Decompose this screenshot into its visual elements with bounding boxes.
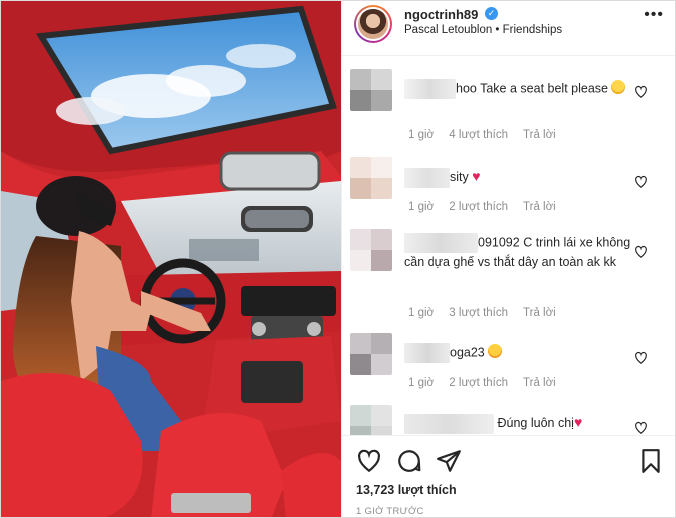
blurred-username bbox=[404, 413, 494, 434]
comment-time[interactable]: 1 giờ bbox=[408, 307, 434, 319]
reply-button[interactable]: Trả lời bbox=[523, 377, 556, 389]
post-side-panel: ngoctrinh89 ✓ Pascal Letoublon • Friends… bbox=[341, 1, 675, 517]
more-options-icon[interactable]: ••• bbox=[644, 6, 664, 24]
post-action-bar: 13,723 lượt thích 1 GIỜ TRƯỚC bbox=[342, 435, 675, 517]
blurred-username bbox=[404, 343, 450, 363]
comment-body: hoo Take a seat belt please bbox=[404, 79, 634, 99]
star-struck-emoji-icon bbox=[488, 344, 503, 359]
comment-time[interactable]: 1 giờ bbox=[408, 201, 434, 213]
paper-plane-icon[interactable] bbox=[436, 448, 462, 474]
car-interior-image bbox=[1, 1, 341, 517]
bookmark-icon[interactable] bbox=[638, 448, 664, 474]
reply-button[interactable]: Trả lời bbox=[523, 129, 556, 141]
commenter-avatar[interactable] bbox=[350, 405, 392, 435]
commenter-username[interactable]: sity bbox=[450, 170, 469, 184]
reply-button[interactable]: Trả lời bbox=[523, 201, 556, 213]
comment-body: Đúng luôn chị♥ bbox=[404, 413, 634, 434]
like-comment-heart-icon[interactable] bbox=[634, 175, 648, 189]
post-photo[interactable] bbox=[1, 1, 341, 517]
like-comment-heart-icon[interactable] bbox=[634, 421, 648, 435]
comment-meta: 1 giờ 3 lượt thích Trả lời bbox=[408, 307, 568, 319]
comment-icon[interactable] bbox=[396, 448, 422, 474]
commenter-username[interactable]: oga23 bbox=[450, 345, 485, 359]
like-comment-heart-icon[interactable] bbox=[634, 85, 648, 99]
comment-text: Đúng luôn chị bbox=[497, 416, 574, 430]
author-username[interactable]: ngoctrinh89 bbox=[404, 7, 478, 22]
comment-likes[interactable]: 2 lượt thích bbox=[449, 377, 508, 389]
like-count[interactable]: 13,723 lượt thích bbox=[356, 483, 457, 497]
author-avatar[interactable] bbox=[354, 5, 392, 43]
verified-badge-icon: ✓ bbox=[485, 7, 498, 20]
blurred-username bbox=[404, 167, 450, 188]
comment-meta: 1 giờ 2 lượt thích Trả lời bbox=[408, 377, 568, 389]
comment-time[interactable]: 1 giờ bbox=[408, 129, 434, 141]
comment-body: 091092 C trinh lái xe không cần dựa ghế … bbox=[404, 233, 634, 271]
blurred-username bbox=[404, 79, 456, 99]
commenter-username[interactable]: 091092 bbox=[478, 235, 520, 249]
commenter-avatar[interactable] bbox=[350, 229, 392, 271]
comment-likes[interactable]: 4 lượt thích bbox=[449, 129, 508, 141]
audio-track-label[interactable]: Pascal Letoublon • Friendships bbox=[404, 24, 562, 36]
comment-likes[interactable]: 2 lượt thích bbox=[449, 201, 508, 213]
like-comment-heart-icon[interactable] bbox=[634, 245, 648, 259]
commenter-username[interactable]: hoo bbox=[456, 81, 477, 95]
comment-time[interactable]: 1 giờ bbox=[408, 377, 434, 389]
comment-meta: 1 giờ 2 lượt thích Trả lời bbox=[408, 201, 568, 213]
post-header: ngoctrinh89 ✓ Pascal Letoublon • Friends… bbox=[342, 1, 675, 56]
comment-text: Take a seat belt please bbox=[480, 81, 608, 96]
comment-body: oga23 bbox=[404, 343, 634, 363]
comment-meta: 1 giờ 4 lượt thích Trả lời bbox=[408, 129, 568, 141]
reply-button[interactable]: Trả lời bbox=[523, 307, 556, 319]
post-timestamp[interactable]: 1 GIỜ TRƯỚC bbox=[356, 506, 424, 517]
smirk-emoji-icon bbox=[611, 80, 626, 95]
comment-body: sity ♥ bbox=[404, 167, 634, 188]
blurred-username bbox=[404, 233, 478, 253]
red-heart-emoji-icon: ♥ bbox=[472, 168, 481, 184]
commenter-avatar[interactable] bbox=[350, 69, 392, 111]
comment-list: hoo Take a seat belt please 1 giờ 4 lượt… bbox=[342, 57, 675, 435]
heart-icon[interactable] bbox=[356, 448, 382, 474]
commenter-avatar[interactable] bbox=[350, 333, 392, 375]
comment-likes[interactable]: 3 lượt thích bbox=[449, 307, 508, 319]
commenter-avatar[interactable] bbox=[350, 157, 392, 199]
instagram-post: ngoctrinh89 ✓ Pascal Letoublon • Friends… bbox=[0, 0, 676, 518]
red-heart-emoji-icon: ♥ bbox=[573, 414, 583, 430]
like-comment-heart-icon[interactable] bbox=[634, 351, 648, 365]
